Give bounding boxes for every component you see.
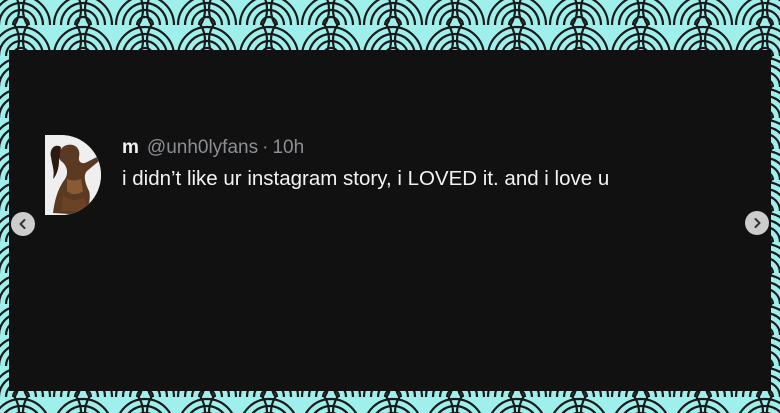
meta-separator: · [262, 137, 269, 158]
carousel-next-button[interactable] [745, 211, 769, 235]
author-handle[interactable]: @unh0lyfans [147, 136, 258, 160]
avatar-photo-image [45, 135, 101, 215]
carousel-prev-button[interactable] [11, 212, 35, 236]
post-time[interactable]: 10h [272, 136, 304, 160]
chevron-right-icon [754, 218, 761, 228]
tweet[interactable]: m @unh0lyfans · 10h i didn’t like ur ins… [45, 135, 685, 215]
post-card [9, 50, 771, 391]
author-name[interactable]: m [122, 136, 139, 160]
avatar[interactable] [45, 135, 101, 215]
tweet-text: i didn’t like ur instagram story, i LOVE… [122, 167, 610, 190]
chevron-left-icon [19, 219, 26, 229]
